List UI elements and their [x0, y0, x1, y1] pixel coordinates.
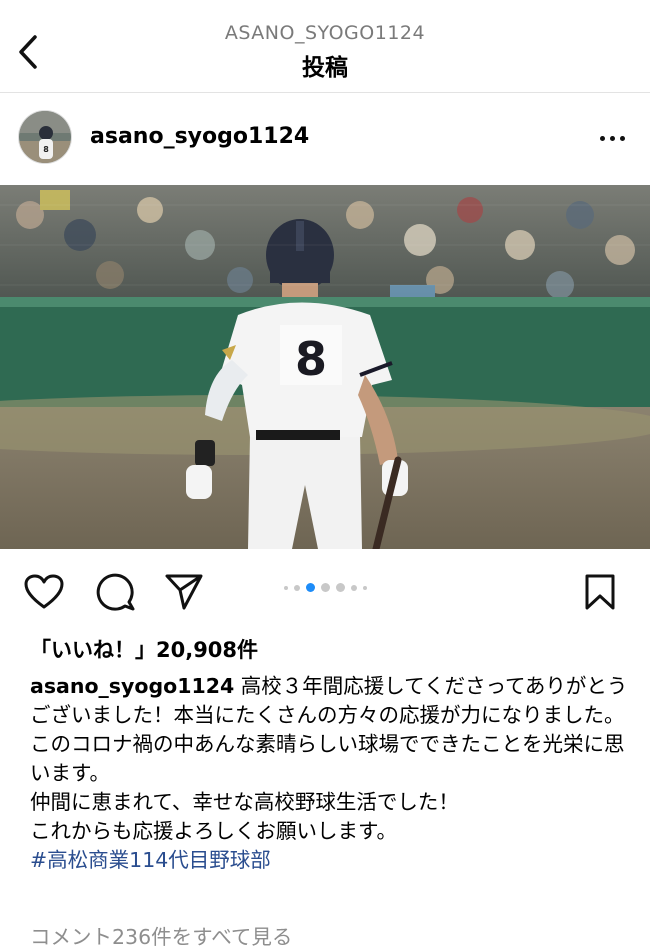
header-username: ASANO_SYOGO1124 — [224, 22, 426, 44]
like-button[interactable] — [22, 570, 66, 614]
comment-icon — [96, 573, 135, 611]
comment-button[interactable] — [93, 570, 137, 614]
share-button[interactable] — [162, 570, 206, 614]
carousel-dot — [335, 583, 345, 592]
caption-username[interactable]: asano_syogo1124 — [30, 674, 234, 698]
carousel-dot — [320, 583, 330, 592]
carousel-dot — [293, 584, 300, 591]
carousel-dot — [283, 585, 288, 590]
likes-count[interactable]: 「いいね！」20,908件 — [30, 634, 258, 664]
caption-text: これからも応援よろしくお願いします。 — [30, 819, 397, 843]
caption-text: 仲間に恵まれて、幸せな高校野球生活でした！ — [30, 790, 459, 814]
post-header: 8 asano_syogo1124 — [0, 110, 650, 168]
carousel-indicator — [0, 583, 650, 592]
post-username[interactable]: asano_syogo1124 — [90, 124, 309, 149]
post-image[interactable]: 8 — [0, 185, 650, 549]
carousel-dot — [362, 585, 367, 590]
post-actions — [0, 566, 650, 620]
jersey-number: 8 — [295, 332, 327, 386]
caption-text: このコロナ禍の中あんな素晴らしい球場でできたことを光栄に思います。 — [30, 732, 625, 785]
avatar[interactable]: 8 — [18, 110, 72, 164]
page-title: 投稿 — [302, 55, 348, 81]
bookmark-icon — [585, 574, 615, 610]
hashtag-link[interactable]: #高松商業114代目野球部 — [30, 846, 630, 875]
carousel-dot-active — [305, 583, 315, 592]
more-horizontal-icon — [599, 135, 605, 141]
heart-icon — [24, 574, 64, 609]
view-all-comments-link[interactable]: コメント236件をすべて見る — [30, 920, 292, 950]
top-bar: ASANO_SYOGO1124 投稿 — [0, 0, 650, 93]
baseball-player-photo: 8 — [0, 185, 650, 549]
post-caption: asano_syogo1124 高校３年間応援してくださってありがとうございまし… — [30, 672, 630, 875]
svg-text:8: 8 — [43, 145, 49, 154]
bookmark-button[interactable] — [578, 570, 622, 614]
share-icon — [165, 574, 203, 610]
carousel-dot — [350, 584, 357, 591]
more-options-button[interactable] — [592, 126, 632, 150]
